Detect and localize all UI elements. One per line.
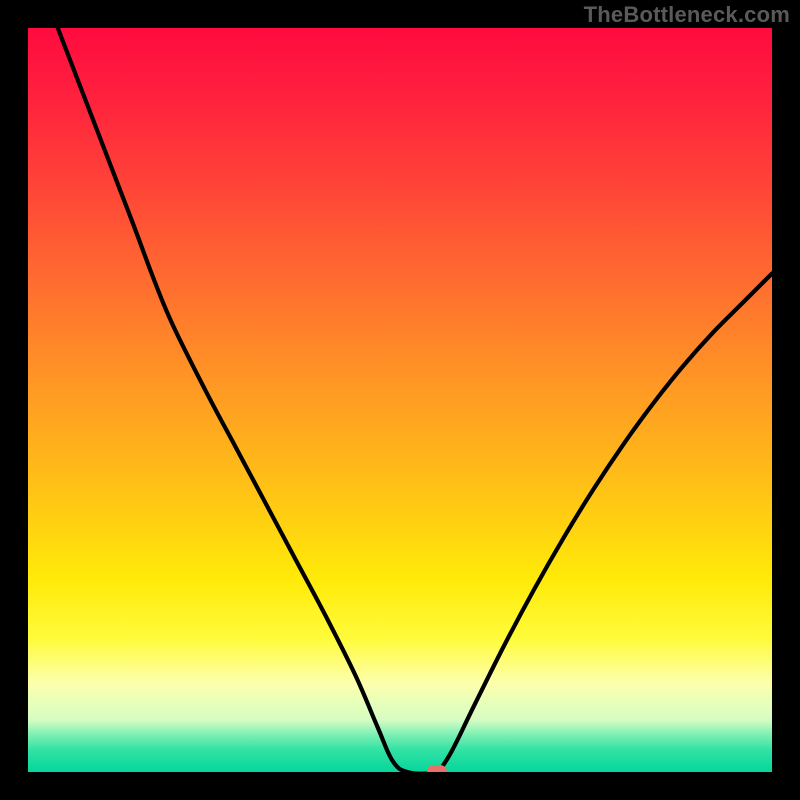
bottleneck-curve — [58, 28, 772, 772]
chart-frame: TheBottleneck.com — [0, 0, 800, 800]
watermark-text: TheBottleneck.com — [584, 2, 790, 28]
optimal-marker — [427, 765, 447, 772]
plot-area — [28, 28, 772, 772]
curve-svg — [28, 28, 772, 772]
